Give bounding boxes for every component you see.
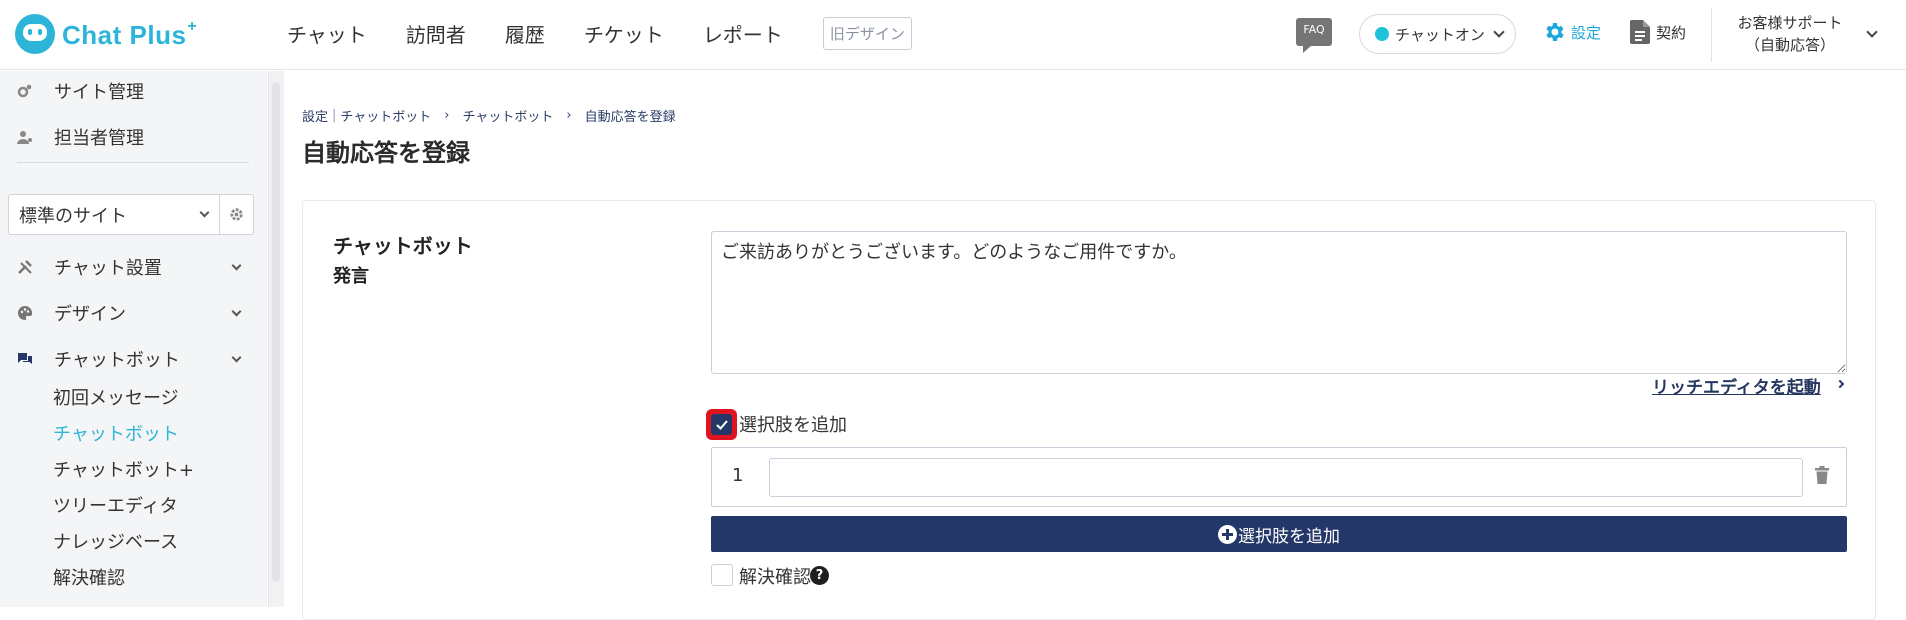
add-choice-button[interactable]: 選択肢を追加 <box>711 516 1847 552</box>
nav-history[interactable]: 履歴 <box>505 19 545 48</box>
site-settings-button[interactable] <box>219 195 253 234</box>
sidebar-item-chatbot[interactable]: チャットボット <box>0 341 267 377</box>
status-dot-icon <box>1375 27 1389 41</box>
sidebar-item-chat-setup[interactable]: チャット設置 <box>0 249 267 285</box>
support-account[interactable]: お客様サポート （自動応答） <box>1730 12 1850 56</box>
resolve-check-label: 解決確認 <box>739 567 811 588</box>
nav-ticket[interactable]: チケット <box>584 19 664 48</box>
sidebar-sub-chatbot-plus[interactable]: チャットボット+ <box>53 456 194 482</box>
contract-link[interactable]: 契約 <box>1630 20 1686 44</box>
sidebar-item-label: 担当者管理 <box>54 128 144 149</box>
logo[interactable]: Chat Plus+ <box>15 12 197 56</box>
chat-bubble-icon <box>15 14 55 54</box>
sidebar-sub-first-message[interactable]: 初回メッセージ <box>53 384 179 410</box>
plus-circle-icon <box>1218 524 1237 544</box>
palette-icon <box>17 305 33 321</box>
breadcrumb-current: 自動応答を登録 <box>584 110 676 125</box>
breadcrumb-root[interactable]: 設定 <box>302 106 328 125</box>
sidebar-item-label: サイト管理 <box>54 82 144 103</box>
field-label-chatbot: チャットボット <box>333 234 473 258</box>
gears-icon <box>17 83 33 99</box>
sidebar-sub-knowledge-base[interactable]: ナレッジベース <box>53 528 178 554</box>
breadcrumb: 設定 | チャットボット › チャットボット › 自動応答を登録 <box>302 106 676 125</box>
breadcrumb-pipe: | <box>332 108 337 123</box>
sidebar-scrollbar-thumb[interactable] <box>272 82 280 582</box>
sidebar-sub-tree-editor[interactable]: ツリーエディタ <box>53 492 178 518</box>
user-gear-icon <box>17 129 33 145</box>
choice-input[interactable] <box>769 458 1803 497</box>
add-choices-checkbox[interactable] <box>706 409 737 440</box>
add-choice-button-label: 選択肢を追加 <box>1238 526 1340 547</box>
breadcrumb-separator-icon: › <box>444 108 450 123</box>
chevron-down-icon[interactable] <box>1866 26 1878 38</box>
chevron-down-icon <box>231 306 242 317</box>
site-select[interactable]: 標準のサイト <box>8 194 254 235</box>
faq-icon[interactable]: FAQ <box>1296 18 1332 53</box>
chat-status-label: チャットオン <box>1395 25 1485 44</box>
support-sub: （自動応答） <box>1744 36 1835 54</box>
page-title: 自動応答を登録 <box>302 139 470 167</box>
contract-label: 契約 <box>1656 23 1687 42</box>
sidebar-item-label: チャット設置 <box>54 258 162 279</box>
support-name: お客様サポート <box>1737 14 1843 32</box>
check-icon <box>715 419 728 430</box>
nav-visitors[interactable]: 訪問者 <box>406 19 466 48</box>
sidebar-item-staff-management[interactable]: 担当者管理 <box>0 119 267 155</box>
sidebar-item-design[interactable]: デザイン <box>0 295 267 331</box>
settings-link[interactable]: 設定 <box>1543 20 1601 44</box>
chat-status-toggle[interactable]: チャットオン <box>1359 14 1516 54</box>
gear-icon <box>1546 23 1564 41</box>
breadcrumb-parent[interactable]: チャットボット <box>340 106 431 125</box>
field-sublabel-message: 発言 <box>333 266 369 287</box>
brand-plus: + <box>187 17 198 35</box>
speech-bubbles-icon <box>17 351 33 367</box>
message-textarea[interactable]: ご来訪ありがとうございます。どのようなご用件ですか。 <box>711 231 1847 374</box>
gear-icon <box>230 208 243 221</box>
add-choices-label: 選択肢を追加 <box>739 415 847 436</box>
rich-editor-link[interactable]: リッチエディタを起動 <box>1652 373 1821 398</box>
sidebar-sub-resolve-check[interactable]: 解決確認 <box>53 564 125 590</box>
chevron-down-icon <box>199 207 210 218</box>
sidebar-item-label: チャットボット <box>54 350 180 371</box>
brand-name: Chat Plus <box>62 19 187 50</box>
document-icon <box>1630 20 1650 44</box>
old-design-button[interactable]: 旧デザイン <box>822 16 912 50</box>
checkbox-checked <box>711 414 732 435</box>
trash-icon[interactable] <box>1815 466 1829 484</box>
chevron-down-icon <box>1493 26 1505 38</box>
nav-report[interactable]: レポート <box>703 19 783 48</box>
choice-number: 1 <box>732 465 744 486</box>
breadcrumb-separator-icon: › <box>566 108 572 123</box>
nav-chat[interactable]: チャット <box>287 19 367 48</box>
chevron-down-icon <box>231 352 242 363</box>
chevron-down-icon <box>231 260 242 271</box>
tools-icon <box>17 259 33 275</box>
settings-label: 設定 <box>1571 23 1602 42</box>
help-icon[interactable]: ? <box>810 566 829 585</box>
sidebar-sub-chatbot[interactable]: チャットボット <box>53 420 179 446</box>
sidebar-item-label: デザイン <box>54 304 126 325</box>
sidebar-item-site-management[interactable]: サイト管理 <box>0 73 267 109</box>
header-divider <box>1711 8 1712 62</box>
resolve-check-checkbox[interactable] <box>711 564 733 586</box>
site-select-value: 標準のサイト <box>19 205 127 227</box>
breadcrumb-mid[interactable]: チャットボット <box>462 106 553 125</box>
top-navigation: チャット 訪問者 履歴 チケット レポート 旧デザイン <box>287 0 912 66</box>
sidebar-divider <box>17 162 249 163</box>
top-header: Chat Plus+ チャット 訪問者 履歴 チケット レポート 旧デザイン F… <box>0 0 1906 70</box>
